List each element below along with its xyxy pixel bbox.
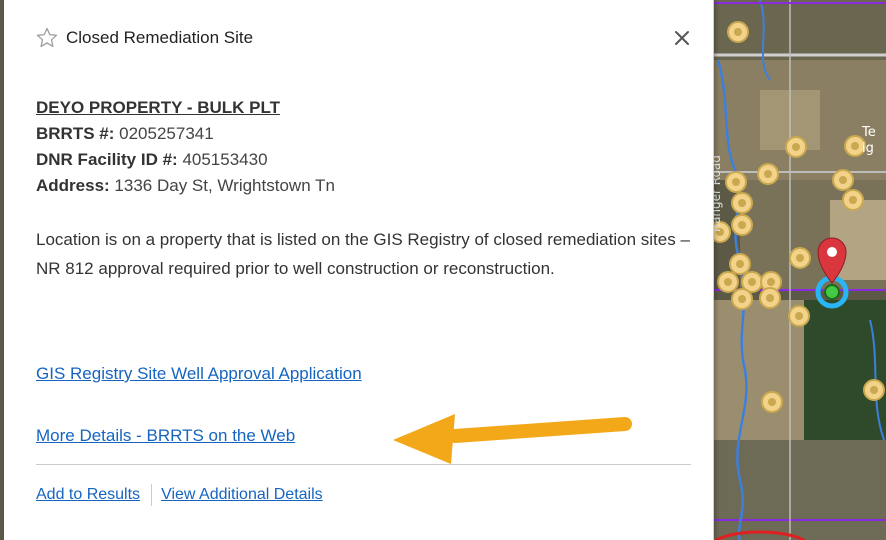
address-label: Address:	[36, 176, 110, 195]
star-outline-icon[interactable]	[35, 26, 59, 50]
popup-header: Closed Remediation Site	[4, 18, 714, 58]
footer-separator	[151, 484, 153, 506]
popup-content: DEYO PROPERTY - BULK PLT BRRTS #: 020525…	[36, 95, 696, 283]
gis-registry-link[interactable]: GIS Registry Site Well Approval Applicat…	[36, 364, 362, 384]
popup-title: Closed Remediation Site	[66, 28, 254, 47]
close-icon[interactable]	[670, 26, 694, 50]
facility-id-row: DNR Facility ID #: 405153430	[36, 147, 696, 173]
site-description: Location is on a property that is listed…	[36, 230, 690, 278]
address-row: Address: 1336 Day St, Wrightstown Tn	[36, 173, 696, 199]
arrow-left-icon	[393, 414, 632, 464]
view-details-link[interactable]: View Additional Details	[161, 486, 323, 503]
facility-id-value: 405153430	[182, 150, 268, 169]
brrts-number-row: BRRTS #: 0205257341	[36, 121, 696, 147]
facility-id-label: DNR Facility ID #:	[36, 150, 178, 169]
site-name: DEYO PROPERTY - BULK PLT	[36, 98, 281, 117]
add-to-results-link[interactable]: Add to Results	[36, 486, 140, 503]
map-edge-label-2: ig	[862, 141, 874, 156]
brrts-label: BRRTS #:	[36, 124, 115, 143]
brrts-web-link[interactable]: More Details - BRRTS on the Web	[36, 426, 295, 446]
popup-footer: Add to Results View Additional Details	[36, 484, 323, 506]
map-edge-label-1: Te	[861, 125, 876, 140]
brrts-value: 0205257341	[119, 124, 214, 143]
app-window: Ranger Road Te ig Closed Remediation Sit…	[0, 0, 886, 540]
address-value: 1336 Day St, Wrightstown Tn	[114, 176, 335, 195]
